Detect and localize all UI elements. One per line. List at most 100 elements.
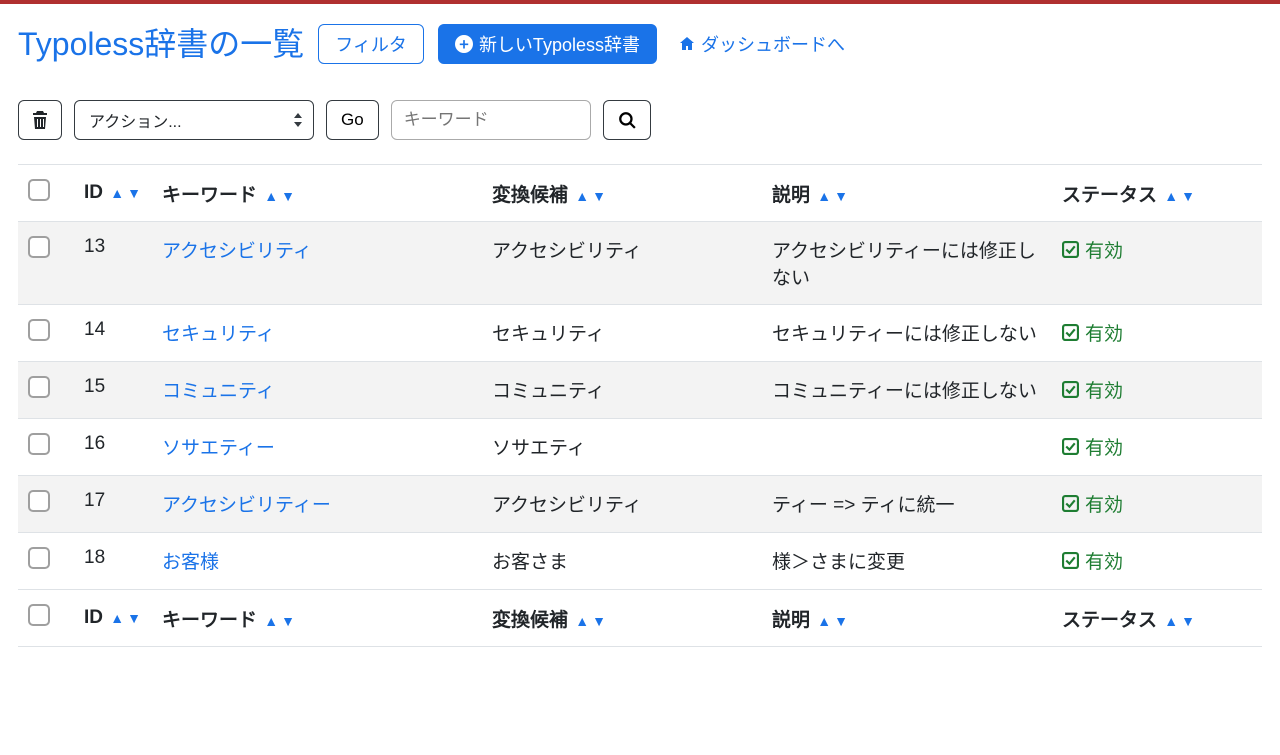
- sort-desc-icon[interactable]: ▼: [281, 613, 296, 629]
- search-button[interactable]: [603, 100, 651, 140]
- table-row: 16 ソサエティー ソサエティ 有効: [18, 419, 1262, 476]
- check-square-icon: [1062, 241, 1079, 258]
- row-checkbox[interactable]: [28, 433, 50, 455]
- cell-description: ティー => ティに統一: [762, 476, 1052, 533]
- new-item-button-label: 新しいTypoless辞書: [479, 31, 640, 57]
- keyword-link[interactable]: お客様: [162, 552, 219, 573]
- col-status-label: ステータス: [1062, 610, 1157, 631]
- sort-arrows-id: ▲▼: [110, 185, 142, 201]
- page-title: Typoless辞書の一覧: [18, 25, 304, 63]
- sort-asc-icon[interactable]: ▲: [110, 185, 125, 201]
- table-row: 13アクセシビリティアクセシビリティアクセシビリティーには修正しない有効: [18, 222, 1262, 305]
- sort-desc-icon[interactable]: ▼: [592, 188, 607, 204]
- col-keyword-label: キーワード: [162, 610, 257, 631]
- sort-asc-icon[interactable]: ▲: [575, 613, 590, 629]
- status-label: 有効: [1085, 433, 1123, 460]
- sort-asc-icon[interactable]: ▲: [1164, 613, 1179, 629]
- sort-arrows-candidate: ▲▼: [575, 188, 607, 204]
- sort-desc-icon[interactable]: ▼: [834, 188, 849, 204]
- sort-arrows-status: ▲▼: [1164, 188, 1196, 204]
- cell-candidate: コミュニティ: [482, 362, 762, 419]
- sort-asc-icon[interactable]: ▲: [817, 188, 832, 204]
- cell-candidate: アクセシビリティ: [482, 476, 762, 533]
- col-description-label: 説明: [772, 185, 810, 206]
- col-keyword-label: キーワード: [162, 185, 257, 206]
- row-checkbox[interactable]: [28, 236, 50, 258]
- check-square-icon: [1062, 495, 1079, 512]
- page-header: Typoless辞書の一覧 フィルタ 新しいTypoless辞書 ダッシュボード…: [18, 24, 1262, 64]
- sort-arrows-candidate: ▲▼: [575, 613, 607, 629]
- dashboard-link[interactable]: ダッシュボードへ: [679, 31, 845, 57]
- col-candidate-label: 変換候補: [492, 185, 568, 206]
- search-icon: [618, 111, 636, 129]
- check-square-icon: [1062, 438, 1079, 455]
- cell-id: 13: [74, 222, 152, 305]
- sort-desc-icon[interactable]: ▼: [1181, 613, 1196, 629]
- cell-candidate: お客さま: [482, 533, 762, 590]
- row-checkbox[interactable]: [28, 547, 50, 569]
- sort-asc-icon[interactable]: ▲: [575, 188, 590, 204]
- status-badge: 有効: [1062, 319, 1123, 346]
- table-footer: ID ▲▼ キーワード ▲▼ 変換候補 ▲▼ 説明 ▲▼ ステータス ▲▼: [18, 590, 1262, 647]
- page-container: Typoless辞書の一覧 フィルタ 新しいTypoless辞書 ダッシュボード…: [0, 4, 1280, 647]
- status-label: 有効: [1085, 376, 1123, 403]
- cell-description: コミュニティーには修正しない: [762, 362, 1052, 419]
- select-all-checkbox[interactable]: [28, 179, 50, 201]
- select-all-checkbox[interactable]: [28, 604, 50, 626]
- row-checkbox[interactable]: [28, 319, 50, 341]
- col-id-label: ID: [84, 182, 103, 203]
- status-label: 有効: [1085, 490, 1123, 517]
- row-checkbox[interactable]: [28, 490, 50, 512]
- sort-desc-icon[interactable]: ▼: [127, 610, 142, 626]
- status-badge: 有効: [1062, 490, 1123, 517]
- dictionary-table: ID ▲▼ キーワード ▲▼ 変換候補 ▲▼ 説明 ▲▼ ステータス ▲▼: [18, 164, 1262, 647]
- keyword-link[interactable]: アクセシビリティー: [162, 495, 331, 516]
- sort-arrows-keyword: ▲▼: [264, 188, 296, 204]
- cell-id: 18: [74, 533, 152, 590]
- delete-button[interactable]: [18, 100, 62, 140]
- sort-desc-icon[interactable]: ▼: [834, 613, 849, 629]
- sort-asc-icon[interactable]: ▲: [817, 613, 832, 629]
- cell-candidate: ソサエティ: [482, 419, 762, 476]
- cell-description: セキュリティーには修正しない: [762, 305, 1052, 362]
- check-square-icon: [1062, 324, 1079, 341]
- cell-id: 16: [74, 419, 152, 476]
- cell-candidate: アクセシビリティ: [482, 222, 762, 305]
- sort-arrows-id: ▲▼: [110, 610, 142, 626]
- keyword-link[interactable]: ソサエティー: [162, 438, 275, 459]
- filter-button-label: フィルタ: [335, 31, 407, 57]
- sort-arrows-keyword: ▲▼: [264, 613, 296, 629]
- keyword-link[interactable]: セキュリティ: [162, 324, 275, 345]
- sort-desc-icon[interactable]: ▼: [127, 185, 142, 201]
- cell-description: 様＞さまに変更: [762, 533, 1052, 590]
- cell-description: [762, 419, 1052, 476]
- sort-asc-icon[interactable]: ▲: [1164, 188, 1179, 204]
- cell-id: 14: [74, 305, 152, 362]
- table-row: 18お客様お客さま様＞さまに変更有効: [18, 533, 1262, 590]
- table-row: 17 アクセシビリティー アクセシビリティティー => ティに統一 有効: [18, 476, 1262, 533]
- sort-desc-icon[interactable]: ▼: [592, 613, 607, 629]
- check-square-icon: [1062, 381, 1079, 398]
- sort-desc-icon[interactable]: ▼: [281, 188, 296, 204]
- go-button[interactable]: Go: [326, 100, 379, 140]
- search-input[interactable]: [391, 100, 591, 140]
- plus-circle-icon: [455, 35, 473, 53]
- sort-asc-icon[interactable]: ▲: [264, 188, 279, 204]
- sort-arrows-description: ▲▼: [817, 613, 849, 629]
- cell-id: 17: [74, 476, 152, 533]
- status-badge: 有効: [1062, 236, 1123, 263]
- action-select[interactable]: アクション...: [74, 100, 314, 140]
- col-description-label: 説明: [772, 610, 810, 631]
- filter-button[interactable]: フィルタ: [318, 24, 424, 64]
- status-badge: 有効: [1062, 433, 1123, 460]
- sort-desc-icon[interactable]: ▼: [1181, 188, 1196, 204]
- check-square-icon: [1062, 552, 1079, 569]
- col-status-label: ステータス: [1062, 185, 1157, 206]
- sort-asc-icon[interactable]: ▲: [264, 613, 279, 629]
- sort-asc-icon[interactable]: ▲: [110, 610, 125, 626]
- keyword-link[interactable]: アクセシビリティ: [162, 241, 312, 262]
- row-checkbox[interactable]: [28, 376, 50, 398]
- keyword-link[interactable]: コミュニティ: [162, 381, 275, 402]
- cell-id: 15: [74, 362, 152, 419]
- new-item-button[interactable]: 新しいTypoless辞書: [438, 24, 657, 64]
